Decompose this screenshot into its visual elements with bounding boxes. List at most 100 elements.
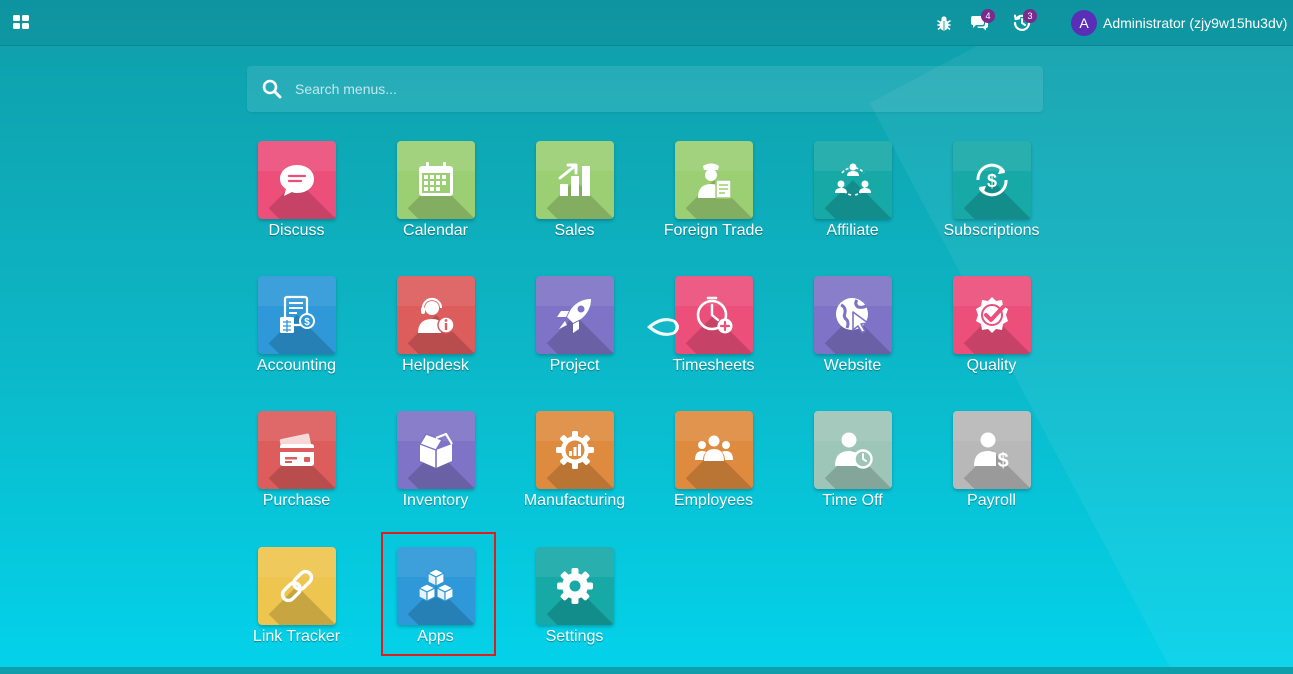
- app-manufacturing[interactable]: Manufacturing: [505, 406, 644, 538]
- calendar-icon: [419, 162, 453, 196]
- rocket-icon: [557, 299, 591, 333]
- app-inventory-tile: [397, 411, 475, 489]
- app-foreign-trade-tile: [675, 141, 753, 219]
- user-name: Administrator (zjy9w15hu3dv): [1103, 15, 1288, 31]
- clock-icon[interactable]: 3: [1011, 9, 1037, 34]
- app-sales[interactable]: Sales: [505, 136, 644, 268]
- app-quality-tile: [953, 276, 1031, 354]
- chat-bubble-icon: [280, 165, 314, 196]
- avatar: A: [1071, 10, 1097, 36]
- app-label: Manufacturing: [523, 492, 626, 509]
- globe-cursor-icon: [836, 298, 869, 334]
- app-label: Calendar: [403, 222, 468, 239]
- app-label: Inventory: [402, 492, 469, 509]
- app-link-tracker-tile: [258, 547, 336, 625]
- app-employees[interactable]: Employees: [644, 406, 783, 538]
- app-label: Time Off: [822, 492, 883, 509]
- app-label: Discuss: [268, 222, 325, 239]
- top-navbar: 4 3 A Administrator (zjy9w15hu3dv): [0, 0, 1293, 46]
- app-label: Subscriptions: [943, 222, 1040, 239]
- app-payroll-tile: $: [953, 411, 1031, 489]
- app-accounting[interactable]: $ Accounting: [227, 271, 366, 403]
- app-calendar-tile: [397, 141, 475, 219]
- bug-icon[interactable]: [933, 12, 955, 34]
- app-accounting-tile: $: [258, 276, 336, 354]
- app-apps-tile: [397, 547, 475, 625]
- app-payroll[interactable]: $ Payroll: [922, 406, 1061, 538]
- credit-card-icon: [279, 433, 314, 466]
- app-inventory[interactable]: Inventory: [366, 406, 505, 538]
- svg-text:$: $: [997, 450, 1008, 470]
- user-menu[interactable]: A Administrator (zjy9w15hu3dv): [1071, 9, 1287, 37]
- invoice-calculator-icon: $: [280, 295, 315, 333]
- svg-text:$: $: [304, 317, 310, 328]
- app-project-tile: [536, 276, 614, 354]
- search-bar: [247, 66, 1043, 112]
- app-label: Foreign Trade: [663, 222, 764, 239]
- search-input[interactable]: [293, 66, 1023, 112]
- users-group-icon: [695, 435, 733, 461]
- app-label: Quality: [966, 357, 1017, 374]
- app-label: Project: [549, 357, 600, 374]
- chart-growth-icon: [558, 163, 590, 196]
- app-time-off[interactable]: Time Off: [783, 406, 922, 538]
- app-settings-tile: [536, 547, 614, 625]
- app-project[interactable]: Project: [505, 271, 644, 403]
- app-subscriptions-tile: $: [953, 141, 1031, 219]
- app-website[interactable]: Website: [783, 271, 922, 403]
- app-discuss[interactable]: Discuss: [227, 136, 366, 268]
- app-website-tile: [814, 276, 892, 354]
- app-quality[interactable]: Quality: [922, 271, 1061, 403]
- app-affiliate[interactable]: Affiliate: [783, 136, 922, 268]
- box-icon: [419, 432, 453, 468]
- app-label: Helpdesk: [402, 357, 469, 374]
- network-people-icon: [835, 163, 871, 196]
- app-purchase-tile: [258, 411, 336, 489]
- quality-badge-icon: [976, 297, 1008, 333]
- app-purchase[interactable]: Purchase: [227, 406, 366, 538]
- support-agent-icon: [418, 297, 455, 334]
- chat-icon[interactable]: 4: [969, 9, 995, 34]
- grid-icon[interactable]: [13, 15, 31, 31]
- app-time-off-tile: [814, 411, 892, 489]
- app-label: Employees: [673, 492, 754, 509]
- app-label: Settings: [545, 628, 604, 645]
- svg-text:$: $: [987, 171, 997, 191]
- app-label: Timesheets: [672, 357, 755, 374]
- app-settings[interactable]: Settings: [505, 542, 644, 674]
- timer-add-icon: [696, 296, 733, 334]
- app-link-tracker[interactable]: Link Tracker: [227, 542, 366, 674]
- link-icon: [280, 569, 314, 603]
- activities-count-badge: 3: [1023, 9, 1037, 23]
- app-label: Purchase: [262, 492, 331, 509]
- user-clock-icon: [835, 432, 873, 469]
- customs-officer-icon: [698, 163, 732, 199]
- cubes-icon: [418, 568, 454, 602]
- gear-icon: [557, 568, 593, 604]
- app-subscriptions[interactable]: $ Subscriptions: [922, 136, 1061, 268]
- app-helpdesk[interactable]: Helpdesk: [366, 271, 505, 403]
- app-label: Payroll: [967, 492, 1016, 509]
- app-affiliate-tile: [814, 141, 892, 219]
- messages-count-badge: 4: [981, 9, 995, 23]
- app-label: Sales: [554, 222, 595, 239]
- app-apps[interactable]: Apps: [366, 542, 505, 674]
- app-helpdesk-tile: [397, 276, 475, 354]
- app-label: Apps: [417, 628, 454, 645]
- app-discuss-tile: [258, 141, 336, 219]
- app-calendar[interactable]: Calendar: [366, 136, 505, 268]
- app-foreign-trade[interactable]: Foreign Trade: [644, 136, 783, 268]
- app-employees-tile: [675, 411, 753, 489]
- search-icon: [262, 79, 282, 99]
- app-label: Accounting: [256, 357, 337, 374]
- app-manufacturing-tile: [536, 411, 614, 489]
- app-timesheets-tile: [675, 276, 753, 354]
- user-dollar-icon: $: [974, 432, 1009, 470]
- app-label: Website: [823, 357, 882, 374]
- app-label: Affiliate: [826, 222, 879, 239]
- app-timesheets[interactable]: Timesheets: [644, 271, 783, 403]
- recurring-dollar-icon: $: [976, 163, 1008, 197]
- gear-chart-icon: [556, 431, 594, 469]
- app-sales-tile: [536, 141, 614, 219]
- app-label: Link Tracker: [252, 628, 341, 645]
